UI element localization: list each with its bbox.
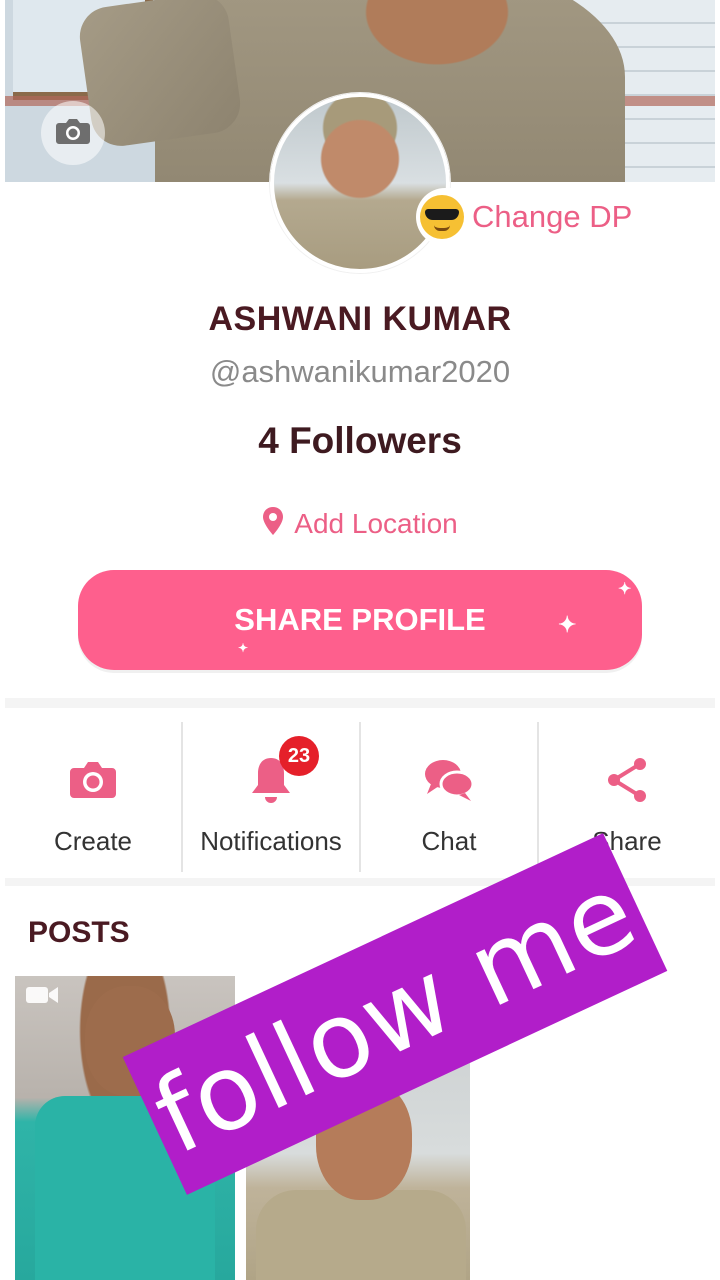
chat-action[interactable]: Chat [359,722,537,872]
chat-label: Chat [421,826,477,856]
camera-icon [65,752,121,808]
notification-count-badge: 23 [279,736,319,776]
share-label: Share [592,826,662,856]
share-profile-button[interactable]: SHARE PROFILE ✦ ✦ ✦ [78,570,642,670]
profile-avatar[interactable] [270,93,450,273]
create-label: Create [53,826,133,856]
create-action[interactable]: Create [5,722,181,872]
sparkle-icon: ✦ [558,612,577,637]
profile-name: ASHWANI KUMAR [208,300,512,338]
posts-heading: POSTS [28,916,130,949]
notifications-action[interactable]: 23 Notifications [181,722,359,872]
sparkle-icon: ✦ [238,641,249,655]
add-location-label: Add Location [294,507,458,539]
post-thumbnail[interactable] [15,976,235,1280]
chat-bubbles-icon [421,752,477,808]
share-action[interactable]: Share [537,722,715,872]
action-row: Create 23 Notifications Chat Share [5,722,715,872]
share-icon [599,752,655,808]
profile-screen: Change DP ASHWANI KUMAR @ashwanikumar202… [0,0,720,1280]
change-dp-button[interactable]: Change DP [416,188,641,246]
followers-count[interactable]: 4 Followers [0,420,720,462]
sparkle-icon: ✦ [618,581,632,598]
location-pin-icon [262,506,284,541]
sunglasses-emoji-icon [420,195,464,239]
notifications-label: Notifications [200,826,342,856]
add-location-link[interactable]: Add Location [0,506,720,541]
profile-handle: @ashwanikumar2020 [209,354,511,389]
change-cover-camera-button[interactable] [41,101,105,165]
section-divider [5,698,715,708]
section-divider [5,878,715,886]
share-profile-label: SHARE PROFILE [234,602,486,637]
camera-icon [55,116,91,151]
post-thumbnail[interactable] [246,1050,470,1280]
video-camera-icon [25,984,59,1011]
change-dp-label: Change DP [472,199,633,234]
